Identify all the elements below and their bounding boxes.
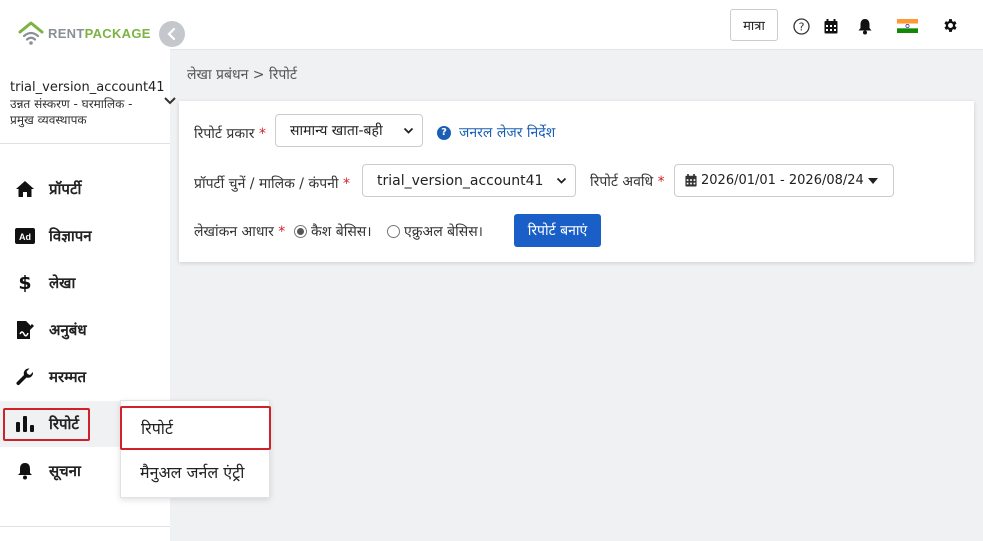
india-flag-icon[interactable]: [896, 17, 918, 35]
report-submenu: रिपोर्ट मैनुअल जर्नल एंट्री: [120, 400, 271, 498]
caret-down-icon: [867, 177, 878, 184]
sidebar-item-ads[interactable]: Ad विज्ञापन: [0, 213, 170, 259]
sidebar-item-label: मरम्मत: [49, 368, 87, 386]
sidebar-item-label: विज्ञापन: [49, 227, 92, 245]
help-link-text: जनरल लेजर निर्देश: [459, 125, 556, 141]
property-select[interactable]: trial_version_account41: [362, 164, 576, 197]
quantity-button[interactable]: मात्रा: [730, 9, 778, 41]
radio-unselected-icon: [387, 225, 400, 238]
sidebar-item-property[interactable]: प्रॉपर्टी: [0, 166, 170, 212]
report-form-card: रिपोर्ट प्रकार * सामान्य खाता-बही ? जनरल…: [179, 101, 974, 262]
accrual-basis-label: एक्रुअल बेसिस।: [404, 224, 483, 240]
account-role: उन्नत संस्करण - घरमालिक - प्रमुख व्यवस्थ…: [10, 97, 133, 127]
dollar-icon: $: [18, 272, 32, 294]
required-mark: *: [657, 174, 665, 190]
breadcrumb: लेखा प्रबंधन > रिपोर्ट: [187, 67, 297, 83]
sidebar-divider: [0, 526, 170, 527]
settings-gear-icon[interactable]: [941, 16, 959, 34]
calendar-icon: [685, 174, 697, 187]
wrench-icon: [14, 366, 36, 388]
svg-text:?: ?: [798, 20, 804, 33]
sidebar-item-label: सूचना: [49, 462, 81, 480]
report-type-select[interactable]: सामान्य खाता-बही: [275, 114, 423, 147]
submenu-item-manual-journal[interactable]: मैनुअल जर्नल एंट्री: [121, 450, 271, 494]
account-switcher[interactable]: trial_version_account41 उन्नत संस्करण - …: [10, 79, 185, 128]
chevron-down-icon[interactable]: [164, 96, 176, 106]
property-label: प्रॉपर्टी चुनें / मालिक / कंपनी *: [194, 176, 350, 192]
accrual-basis-radio[interactable]: एक्रुअल बेसिस।: [387, 222, 483, 241]
report-type-value: सामान्य खाता-बही: [290, 123, 383, 139]
generate-report-button[interactable]: रिपोर्ट बनाएं: [514, 214, 601, 247]
help-icon[interactable]: ?: [792, 17, 810, 35]
home-icon: [14, 178, 36, 200]
notification-bell-icon[interactable]: [856, 17, 874, 35]
basis-label: लेखांकन आधार *: [194, 224, 286, 240]
svg-text:Ad: Ad: [19, 232, 31, 242]
top-bar: मात्रा ?: [170, 0, 983, 50]
property-value: trial_version_account41: [377, 172, 544, 189]
chevron-down-icon: [556, 177, 567, 184]
radio-selected-icon: [294, 225, 307, 238]
wifi-house-logo-icon: [18, 21, 44, 45]
sidebar-divider: [0, 143, 170, 144]
period-label: रिपोर्ट अवधि *: [590, 174, 665, 190]
sidebar-item-contract[interactable]: अनुबंध: [0, 307, 170, 353]
sidebar-item-accounting[interactable]: $ लेखा: [0, 260, 170, 306]
bell-icon: [14, 460, 36, 482]
question-circle-icon: ?: [437, 125, 451, 140]
required-mark: *: [258, 126, 266, 142]
required-mark: *: [278, 224, 286, 240]
cash-basis-radio[interactable]: कैश बेसिस।: [294, 222, 372, 241]
chevron-left-icon: [167, 28, 176, 40]
ad-icon: Ad: [14, 225, 36, 247]
brand-name-part1: RENT: [48, 25, 85, 41]
calendar-icon[interactable]: [822, 17, 840, 35]
active-item-highlight: [3, 408, 90, 441]
collapse-sidebar-button[interactable]: [159, 21, 185, 47]
sidebar-item-label: प्रॉपर्टी: [49, 180, 82, 198]
sidebar-item-label: अनुबंध: [49, 321, 87, 339]
account-name: trial_version_account41: [10, 80, 165, 95]
general-ledger-guide-link[interactable]: ? जनरल लेजर निर्देश: [437, 123, 555, 142]
report-period-picker[interactable]: 2026/01/01 - 2026/08/24: [674, 164, 894, 197]
submenu-item-report[interactable]: रिपोर्ट: [120, 406, 271, 450]
sidebar-item-label: लेखा: [49, 274, 76, 292]
cash-basis-label: कैश बेसिस।: [311, 224, 372, 240]
contract-icon: [14, 319, 36, 341]
report-type-label: रिपोर्ट प्रकार *: [194, 126, 266, 142]
brand-logo[interactable]: RENTPACKAGE: [18, 19, 151, 47]
required-mark: *: [343, 176, 350, 192]
sidebar-item-repair[interactable]: मरम्मत: [0, 354, 170, 400]
brand-name-part2: PACKAGE: [84, 25, 151, 41]
chevron-down-icon: [403, 127, 414, 134]
period-value: 2026/01/01 - 2026/08/24: [701, 173, 864, 188]
